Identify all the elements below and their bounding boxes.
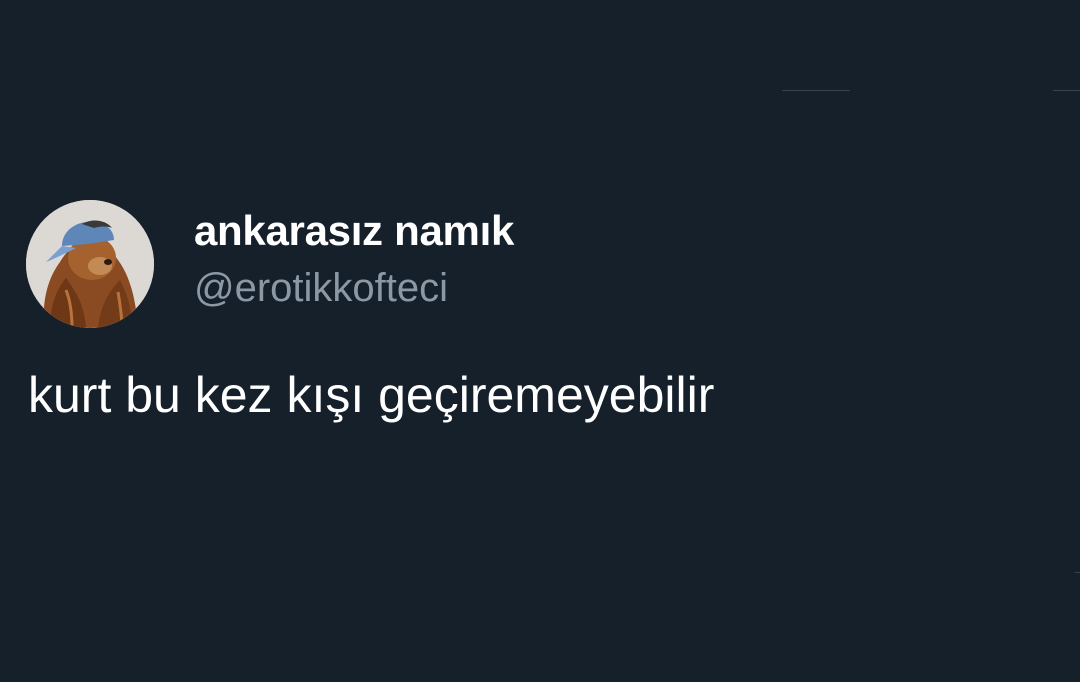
tweet-header: ankarasız namık @erotikkofteci bbox=[26, 200, 514, 328]
display-name[interactable]: ankarasız namık bbox=[194, 206, 514, 256]
divider-line bbox=[1075, 572, 1080, 573]
dog-avatar-icon bbox=[26, 200, 154, 328]
divider-line bbox=[1053, 90, 1080, 91]
tweet-text: kurt bu kez kışı geçiremeyebilir bbox=[28, 367, 715, 423]
username[interactable]: @erotikkofteci bbox=[194, 262, 514, 314]
author-names: ankarasız namık @erotikkofteci bbox=[194, 206, 514, 314]
avatar[interactable] bbox=[26, 200, 154, 328]
divider-line bbox=[782, 90, 850, 91]
